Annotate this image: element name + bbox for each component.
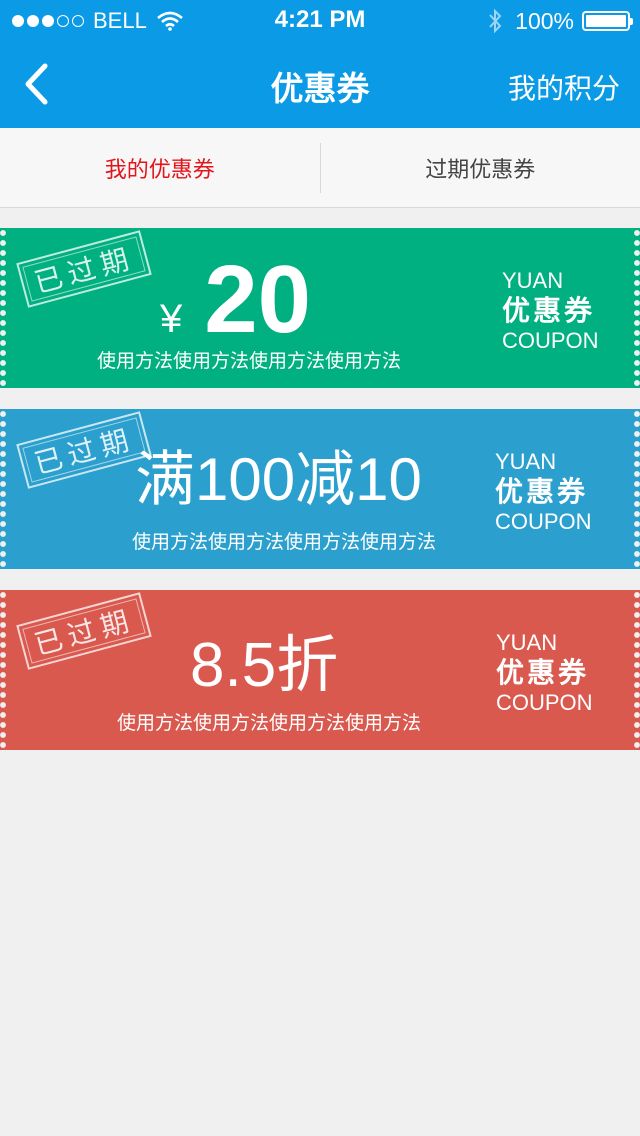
expired-stamp: 已过期	[16, 592, 152, 670]
side-yuan: YUAN	[496, 630, 558, 655]
coupon-description: 使用方法使用方法使用方法使用方法	[97, 350, 402, 372]
header-bar: BELL 4:21 PM 100% 优惠券 我的积分	[0, 0, 640, 128]
tab-my-coupons[interactable]: 我的优惠券	[0, 128, 320, 207]
navigation-bar: 优惠券 我的积分	[0, 40, 640, 128]
coupon-card[interactable]: 已过期 8.5折 使用方法使用方法使用方法使用方法 YUAN 优惠券 COUPO…	[0, 590, 640, 750]
coupon-amount: 满100减10	[135, 445, 422, 515]
side-coupon-en: COUPON	[502, 328, 599, 353]
status-right: 100%	[487, 7, 633, 35]
expired-stamp: 已过期	[16, 411, 152, 489]
side-coupon-cn: 优惠券	[502, 294, 596, 327]
coupon-side-label: YUAN 优惠券 COUPON	[502, 268, 622, 354]
perforated-edge	[0, 228, 6, 388]
perforated-edge	[634, 590, 640, 750]
perforated-edge	[0, 590, 6, 750]
coupon-card[interactable]: 已过期 ¥ 20 使用方法使用方法使用方法使用方法 YUAN 优惠券 COUPO…	[0, 228, 640, 388]
coupon-amount: 8.5折	[190, 630, 338, 702]
perforated-edge	[634, 228, 640, 388]
status-bar: BELL 4:21 PM 100%	[0, 0, 640, 40]
coupon-value: 满100减10	[135, 446, 422, 513]
expired-stamp: 已过期	[16, 230, 152, 308]
tab-expired-coupons[interactable]: 过期优惠券	[321, 128, 640, 207]
battery-percent: 100%	[515, 7, 574, 34]
coupon-description: 使用方法使用方法使用方法使用方法	[117, 712, 422, 734]
bluetooth-icon	[489, 8, 502, 34]
coupon-side-label: YUAN 优惠券 COUPON	[496, 630, 616, 716]
side-coupon-en: COUPON	[495, 509, 592, 534]
side-coupon-cn: 优惠券	[495, 475, 589, 508]
side-coupon-cn: 优惠券	[496, 656, 590, 689]
perforated-edge	[634, 409, 640, 569]
side-yuan: YUAN	[495, 449, 557, 474]
coupon-card[interactable]: 已过期 满100减10 使用方法使用方法使用方法使用方法 YUAN 优惠券 CO…	[0, 409, 640, 569]
my-points-button[interactable]: 我的积分	[508, 67, 620, 107]
coupon-description: 使用方法使用方法使用方法使用方法	[132, 531, 437, 553]
currency-symbol: ¥	[160, 297, 183, 341]
side-coupon-en: COUPON	[496, 690, 593, 715]
coupon-value: 20	[204, 246, 312, 353]
coupon-side-label: YUAN 优惠券 COUPON	[495, 449, 615, 535]
perforated-edge	[0, 409, 6, 569]
coupon-value: 8.5折	[190, 631, 339, 700]
coupon-amount: ¥ 20	[160, 250, 311, 350]
battery-icon	[582, 11, 633, 31]
side-yuan: YUAN	[502, 268, 564, 293]
tab-bar: 我的优惠券 过期优惠券	[0, 128, 640, 208]
